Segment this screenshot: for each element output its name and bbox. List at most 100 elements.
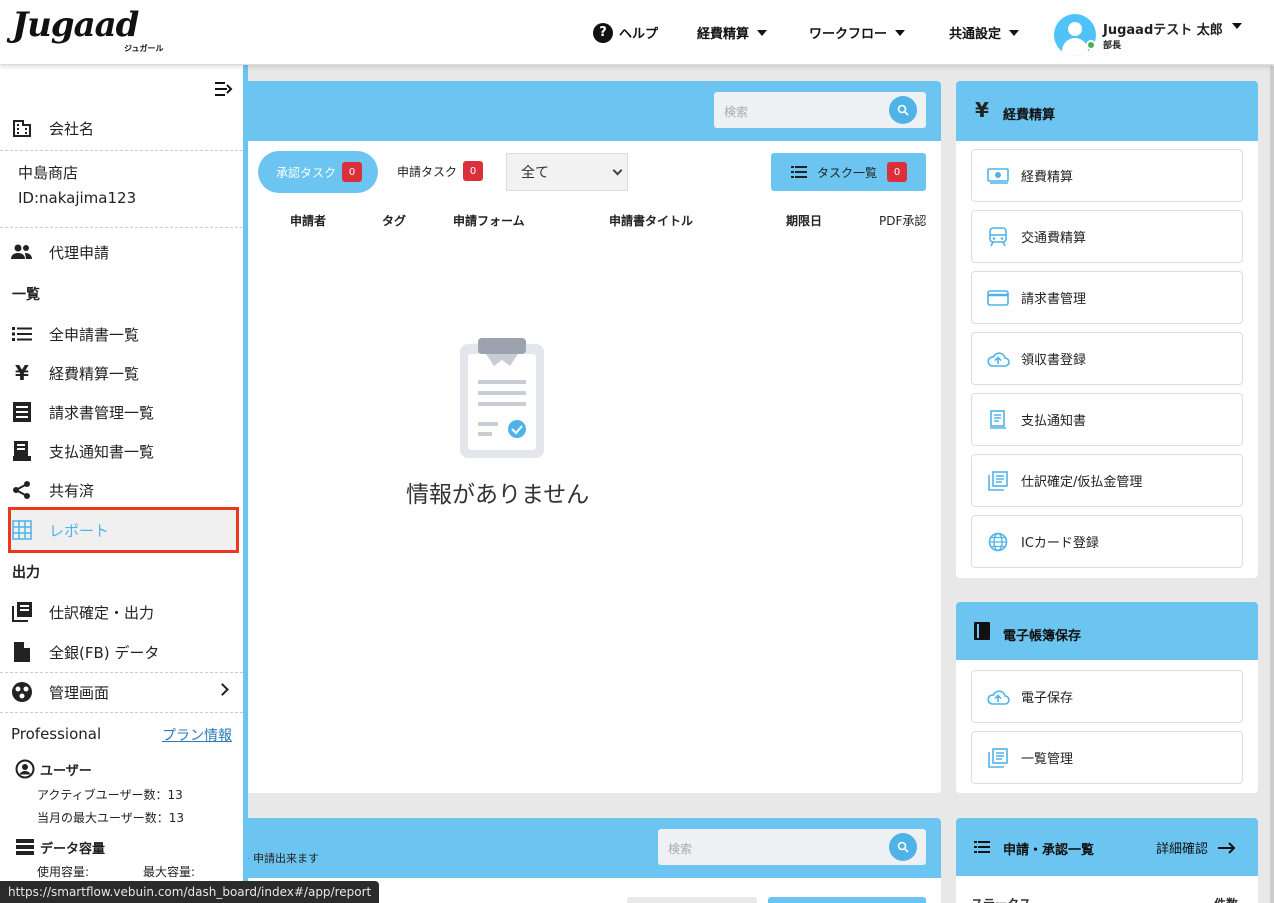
sidebar-item-label: 共有済 [49, 481, 95, 500]
column-header-pdf-approval[interactable]: PDF承認 [879, 212, 926, 229]
ebook-card-header [956, 602, 1258, 660]
storage-icon [14, 837, 36, 857]
invoice-management-button[interactable]: 請求書管理 [971, 271, 1243, 324]
user-role: 部長 [1103, 41, 1122, 51]
collapse-sidebar-icon[interactable] [213, 79, 233, 99]
task-list-label: タスク一覧 [817, 165, 878, 180]
sidebar-item-fb-data[interactable]: 全銀(FB) データ [0, 640, 243, 664]
journal-advance-button[interactable]: 仕訳確定/仮払金管理 [971, 454, 1243, 507]
share-icon [11, 480, 33, 500]
yen-icon: ¥ [975, 98, 989, 122]
storage-max: 最大容量: [143, 865, 196, 879]
detail-link-label: 詳細確認 [1156, 842, 1209, 857]
nav-workflow[interactable]: ワークフロー [809, 0, 906, 65]
list-management-button[interactable]: 一覧管理 [971, 731, 1243, 784]
application-button[interactable] [768, 897, 926, 903]
plan-info-link[interactable]: プラン情報 [162, 725, 232, 745]
tab-label: 承認タスク [276, 165, 337, 180]
tab-request-tasks[interactable]: 申請タスク 0 [397, 161, 484, 181]
empty-message: 情報がありません [406, 482, 590, 508]
money-icon [986, 164, 1010, 188]
task-list-button[interactable]: タスク一覧 0 [771, 153, 926, 191]
sidebar-item-journal-output[interactable]: 仕訳確定・出力 [0, 600, 243, 624]
column-header-tag[interactable]: タグ [382, 212, 406, 229]
chevron-down-icon [612, 165, 623, 176]
tab-approval-tasks[interactable]: 承認タスク 0 [258, 151, 378, 193]
users-heading-text: ユーザー [40, 763, 92, 779]
detail-link[interactable]: 詳細確認 [1156, 838, 1236, 857]
task-search-input[interactable]: 検索 [714, 92, 926, 128]
count-badge: 0 [342, 162, 363, 182]
jugaad-logo[interactable]: Jugaad ジュガール [12, 5, 163, 53]
company-name: 中島商店 [18, 164, 79, 182]
sidebar-item-shared[interactable]: 共有済 [0, 478, 243, 502]
nav-help[interactable]: ? ヘルプ [593, 0, 658, 65]
logo-text: Jugaad [12, 5, 139, 45]
people-icon [11, 242, 33, 262]
search-button[interactable] [889, 96, 917, 124]
credit-card-icon [986, 286, 1010, 310]
application-note-text: 申請出来ます [253, 852, 319, 865]
user-name[interactable]: Jugaadテスト 太郎 [1103, 19, 1223, 38]
user-menu-chevron-icon[interactable] [1232, 23, 1242, 29]
column-header-title[interactable]: 申請書タイトル [609, 212, 693, 229]
nav-common-settings[interactable]: 共通設定 [949, 0, 1020, 65]
application-note: · 申請出来ます [246, 852, 319, 865]
search-button[interactable] [889, 833, 917, 861]
cloud-upload-icon [986, 685, 1010, 709]
application-search-input[interactable]: 検索 [658, 829, 926, 865]
expense-card-header [956, 81, 1258, 141]
search-placeholder: 検索 [668, 842, 693, 856]
yen-icon: ¥ [15, 361, 29, 385]
application-select[interactable] [627, 897, 757, 903]
divider [0, 712, 243, 713]
sidebar-item-invoice-list[interactable]: 請求書管理一覧 [0, 400, 243, 424]
expense-button[interactable]: 経費精算 [971, 149, 1243, 202]
receipt-icon [11, 402, 33, 422]
online-status-dot [1086, 40, 1096, 50]
sidebar-item-expense-list[interactable]: ¥ 経費精算一覧 [0, 361, 243, 385]
receipt-register-button[interactable]: 領収書登録 [971, 332, 1243, 385]
select-value: 全て [521, 165, 549, 181]
sidebar-item-proxy[interactable]: 代理申請 [0, 240, 243, 264]
search-icon [897, 841, 909, 853]
payment-notice-button[interactable]: 支払通知書 [971, 393, 1243, 446]
e-storage-button[interactable]: 電子保存 [971, 670, 1243, 723]
sidebar-item-label: 全申請書一覧 [49, 325, 140, 344]
divider [0, 150, 243, 151]
column-header-due-date[interactable]: 期限日 [786, 212, 822, 229]
task-filter-select[interactable]: 全て [506, 153, 628, 191]
chevron-down-icon [757, 29, 768, 36]
storage-used: 使用容量: [37, 865, 90, 879]
grid-icon [11, 520, 33, 540]
search-placeholder: 検索 [724, 105, 749, 119]
ic-card-register-button[interactable]: ICカード登録 [971, 515, 1243, 568]
button-label: 経費精算 [1021, 170, 1074, 185]
button-label: ICカード登録 [1021, 536, 1099, 551]
transport-expense-button[interactable]: 交通費精算 [971, 210, 1243, 263]
column-header-applicant[interactable]: 申請者 [290, 212, 326, 229]
sidebar-item-all-applications[interactable]: 全申請書一覧 [0, 322, 243, 346]
column-header-form[interactable]: 申請フォーム [453, 212, 525, 229]
sidebar-item-payment-notice-list[interactable]: 支払通知書一覧 [0, 439, 243, 463]
sidebar-item-label: 全銀(FB) データ [49, 643, 160, 662]
list-icon [11, 324, 33, 344]
train-icon [986, 225, 1010, 249]
sidebar-item-label: 支払通知書一覧 [49, 442, 155, 461]
tab-label: 申請タスク [397, 164, 458, 179]
button-label: 仕訳確定/仮払金管理 [1021, 475, 1143, 490]
search-icon [897, 104, 909, 116]
section-heading-list: 一覧 [12, 287, 40, 303]
nav-expense[interactable]: 経費精算 [697, 0, 768, 65]
storage-heading-text: データ容量 [40, 841, 106, 857]
sidebar-item-label: 請求書管理一覧 [49, 403, 155, 422]
journal-icon [986, 746, 1010, 770]
sidebar-scrollbar[interactable] [243, 65, 248, 903]
chevron-right-icon [216, 683, 229, 696]
nav-common-settings-label: 共通設定 [949, 27, 1002, 42]
sidebar-item-report[interactable]: レポート [0, 518, 243, 542]
sidebar-item-label: 代理申請 [49, 243, 110, 262]
sidebar-item-admin[interactable]: 管理画面 [0, 680, 243, 704]
journal-icon [11, 602, 33, 622]
nav-workflow-label: ワークフロー [809, 27, 888, 42]
